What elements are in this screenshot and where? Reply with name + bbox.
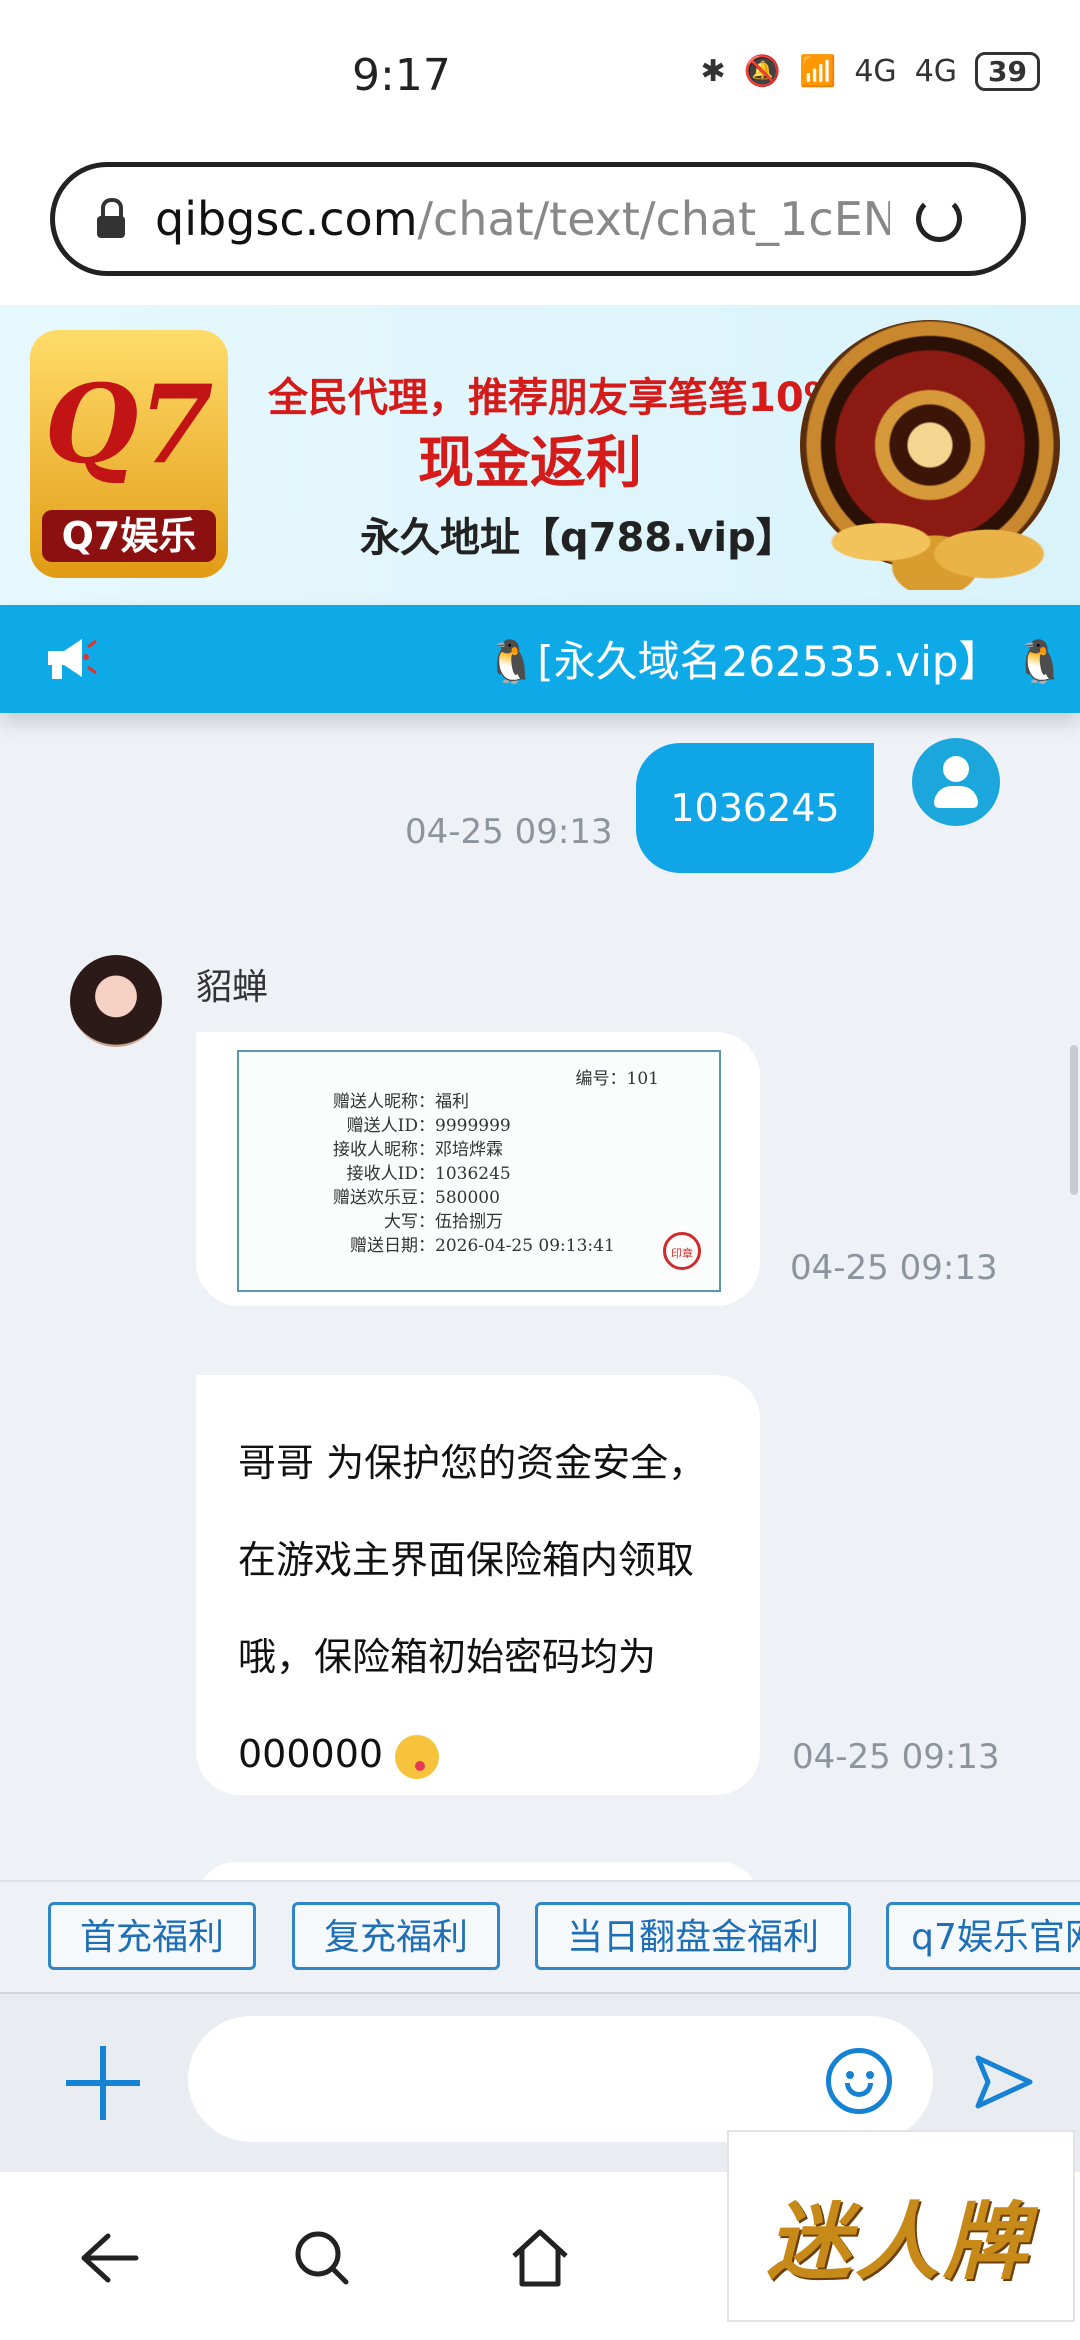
- quick-reply-chip[interactable]: 首充福利: [48, 1902, 256, 1970]
- certificate-row: 接收人ID：1036245: [346, 1164, 511, 1184]
- message-timestamp: 04-25 09:13: [792, 1737, 1000, 1777]
- certificate-row: 赠送日期：2026-04-25 09:13:41: [350, 1236, 615, 1256]
- certificate-row: 大写：伍拾捌万: [384, 1212, 503, 1232]
- certificate-row: 赠送人昵称：福利: [333, 1092, 469, 1112]
- network-label-2: 4G: [914, 54, 958, 89]
- my-avatar[interactable]: [912, 738, 1000, 826]
- agent-avatar[interactable]: [70, 955, 162, 1047]
- bluetooth-icon: ✱: [700, 54, 726, 89]
- banner-line-2: 现金返利: [418, 431, 642, 496]
- logo-subtitle: Q7娱乐: [42, 510, 216, 562]
- address-bar[interactable]: qibgsc.com/chat/text/chat_1cENx: [50, 162, 1026, 276]
- emoji-icon[interactable]: [826, 2048, 892, 2114]
- certificate-row: 赠送人ID：9999999: [346, 1116, 511, 1136]
- notice-marquee: 🐧[永久域名262535.vip】 🐧 推: [485, 637, 1080, 686]
- quick-reply-chip[interactable]: 复充福利: [292, 1902, 500, 1970]
- lock-icon[interactable]: [97, 198, 125, 238]
- network-label: 4G: [854, 54, 897, 89]
- send-icon[interactable]: [972, 2052, 1036, 2112]
- status-time: 9:17: [352, 50, 451, 101]
- status-icons: ✱ 🔕 📶 4G 4G 39: [700, 52, 1040, 91]
- mute-icon: 🔕: [743, 54, 781, 89]
- logo-text: Q7: [44, 362, 214, 488]
- battery-indicator: 39: [975, 52, 1040, 91]
- certificate-number: 编号：101: [575, 1069, 659, 1089]
- megaphone-icon: [48, 639, 97, 679]
- message-input[interactable]: [188, 2016, 933, 2142]
- message-text: 哥哥 为保护您的资金安全， 在游戏主界面保险箱内领取 哦，保险箱初始密码均为 0…: [238, 1415, 738, 1803]
- sender-name: 貂蝉: [196, 967, 269, 1008]
- url-text[interactable]: qibgsc.com/chat/text/chat_1cENx: [155, 192, 890, 246]
- back-icon[interactable]: [72, 2222, 144, 2294]
- banner-line-1: 全民代理，推荐朋友享笔笔10%: [268, 375, 844, 421]
- message-timestamp: 04-25 09:13: [790, 1248, 998, 1288]
- search-icon[interactable]: [286, 2222, 358, 2294]
- message-timestamp: 04-25 09:13: [405, 812, 613, 852]
- quick-reply-chip[interactable]: 当日翻盘金福利: [535, 1902, 851, 1970]
- message-bubble-outgoing[interactable]: 1036245: [636, 743, 874, 873]
- certificate-row: 赠送欢乐豆：580000: [333, 1188, 500, 1208]
- watermark-logo: 迷人牌: [766, 2192, 1031, 2291]
- plus-icon[interactable]: [66, 2046, 140, 2120]
- coins-image: [800, 470, 1070, 590]
- seal-stamp: 印章: [663, 1232, 701, 1270]
- gift-certificate-image[interactable]: 编号：101 赠送人昵称：福利 赠送人ID：9999999 接收人昵称：邓培烨霖…: [237, 1050, 721, 1292]
- home-icon[interactable]: [504, 2222, 576, 2294]
- reload-icon[interactable]: [916, 196, 962, 242]
- kiss-emoji-icon: [395, 1734, 440, 1779]
- quick-reply-chip[interactable]: q7娱乐官网: [886, 1902, 1080, 1970]
- banner-line-3: 永久地址【q788.vip】: [360, 515, 796, 561]
- wifi-icon: 📶: [798, 54, 837, 89]
- certificate-row: 接收人昵称：邓培烨霖: [333, 1140, 503, 1160]
- scrollbar[interactable]: [1070, 1045, 1078, 1195]
